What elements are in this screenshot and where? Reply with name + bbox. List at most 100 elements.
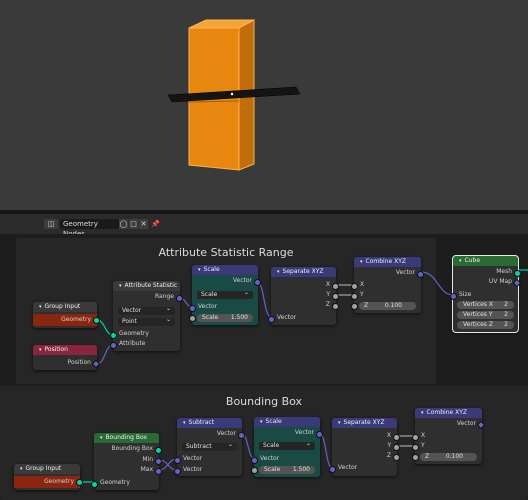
bounding-box-output: Bounding Box — [111, 445, 153, 452]
vector-socket[interactable] — [329, 466, 336, 473]
vector-socket[interactable] — [268, 316, 275, 323]
vector-socket[interactable] — [316, 431, 323, 438]
scale-socket[interactable] — [251, 467, 258, 474]
x-input: X — [421, 432, 426, 439]
operation-dropdown[interactable]: Scale — [197, 289, 253, 299]
node-cube[interactable]: Cube Mesh UV Map Size Vertices X 2 Verti… — [450, 255, 522, 333]
scale-label: Scale — [264, 466, 281, 473]
z-socket[interactable] — [332, 303, 339, 310]
bounding-box-socket[interactable] — [155, 447, 162, 454]
node-header: Bounding Box — [94, 433, 159, 443]
position-output: Position — [67, 359, 91, 366]
range-socket[interactable] — [176, 295, 183, 302]
vector-in-socket[interactable] — [251, 457, 258, 464]
frame-title: Bounding Box — [225, 395, 303, 408]
node-header: Group Input — [14, 464, 80, 474]
z-output: Z — [386, 452, 391, 459]
range-output: Range — [154, 293, 174, 300]
z-field[interactable]: Z 0.100 — [359, 302, 416, 310]
tree-name-field[interactable]: Geometry Nodes — [60, 219, 121, 238]
x-output: X — [386, 432, 391, 439]
node-editor-canvas[interactable]: Attribute Statistic Range Bounding Box G… — [0, 234, 528, 500]
vertices-y-label: Vertices Y — [463, 311, 493, 318]
geometry-socket[interactable] — [76, 479, 83, 486]
mesh-socket[interactable] — [514, 270, 521, 277]
operation-dropdown[interactable]: Subtract — [182, 441, 237, 451]
node-header: Combine XYZ — [415, 408, 482, 418]
node-header: Separate XYZ — [271, 267, 336, 277]
x-socket[interactable] — [393, 434, 400, 441]
scale-field[interactable]: Scale 1.500 — [197, 314, 253, 322]
mesh-output: Mesh — [496, 268, 512, 275]
z-socket[interactable] — [412, 454, 419, 461]
node-position[interactable]: Position Position — [33, 345, 101, 370]
x-socket[interactable] — [412, 434, 419, 441]
y-socket[interactable] — [332, 293, 339, 300]
vertices-y-value: 2 — [504, 311, 508, 318]
vector-b-socket[interactable] — [174, 468, 181, 475]
y-input: Y — [421, 442, 425, 449]
min-socket[interactable] — [155, 458, 162, 465]
geometry-input: Geometry — [100, 479, 130, 486]
pin-icon[interactable]: 📌 — [151, 219, 160, 229]
y-socket[interactable] — [351, 293, 358, 300]
vector-output: Vector — [216, 430, 236, 437]
vector-socket[interactable] — [254, 279, 261, 286]
vector-socket[interactable] — [417, 271, 424, 278]
vector-a-socket[interactable] — [174, 457, 181, 464]
node-combine-xyz-b[interactable]: Combine XYZ Vector X Y Z 0.100 — [412, 408, 486, 464]
node-scale[interactable]: Scale Vector Scale Vector Scale 1.500 — [189, 265, 261, 325]
scale-socket[interactable] — [189, 315, 196, 322]
scale-field[interactable]: Scale 1.500 — [259, 466, 315, 474]
z-socket[interactable] — [393, 454, 400, 461]
vertices-z-value: 2 — [504, 321, 508, 328]
node-combine-xyz[interactable]: Combine XYZ Vector X Y Z 0.100 — [351, 257, 424, 313]
node-attribute-statistic[interactable]: Attribute Statistic Range Vector Point G… — [110, 281, 183, 351]
node-subtract[interactable]: Subtract Vector Subtract Vector Vector — [174, 418, 245, 476]
vector-input: Vector — [277, 314, 297, 321]
node-tree-icon[interactable]: ◫ — [44, 219, 58, 229]
x-socket[interactable] — [351, 283, 358, 290]
node-separate-xyz-b[interactable]: Separate XYZ X Y Z Vector — [329, 418, 400, 476]
node-group-input[interactable]: Group Input Geometry — [33, 302, 100, 328]
z-socket[interactable] — [351, 303, 358, 310]
attribute-socket[interactable] — [110, 342, 117, 349]
x-socket[interactable] — [332, 283, 339, 290]
node-group-input-b[interactable]: Group Input Geometry — [14, 464, 83, 490]
3d-viewport[interactable] — [0, 0, 528, 210]
geometry-input: Geometry — [119, 330, 149, 337]
max-socket[interactable] — [155, 468, 162, 475]
geometry-in-socket[interactable] — [91, 481, 98, 488]
duplicate-icon[interactable]: □ — [129, 219, 138, 229]
z-field[interactable]: Z 0.100 — [420, 453, 477, 461]
vector-in-socket[interactable] — [189, 305, 196, 312]
type-dropdown[interactable]: Vector — [118, 305, 175, 315]
domain-dropdown[interactable]: Point — [118, 316, 175, 326]
vector-socket[interactable] — [238, 432, 245, 439]
y-socket[interactable] — [412, 444, 419, 451]
vector-a-input: Vector — [183, 455, 203, 462]
operation-dropdown[interactable]: Scale — [259, 440, 315, 450]
node-scale-b[interactable]: Scale Vector Scale Vector Scale 1.500 — [251, 417, 323, 477]
y-socket[interactable] — [393, 444, 400, 451]
y-input: Y — [360, 291, 364, 298]
geometry-socket[interactable] — [110, 332, 117, 339]
vertices-z-field[interactable]: Vertices Z 2 — [457, 321, 514, 329]
vertices-x-field[interactable]: Vertices X 2 — [457, 301, 514, 309]
scale-value: 1.500 — [230, 314, 248, 321]
node-bounding-box[interactable]: Bounding Box Bounding Box Min Max Geomet… — [91, 433, 162, 490]
uv-map-output: UV Map — [488, 278, 512, 285]
size-input: Size — [459, 291, 472, 298]
fake-user-icon[interactable]: ◯ — [119, 219, 128, 229]
vertices-x-value: 2 — [504, 301, 508, 308]
max-output: Max — [140, 466, 153, 473]
z-label: Z — [364, 302, 369, 309]
size-socket[interactable] — [450, 293, 457, 300]
close-icon[interactable]: ✕ — [139, 219, 148, 229]
vector-output: Vector — [456, 420, 476, 427]
node-separate-xyz[interactable]: Separate XYZ X Y Z Vector — [268, 267, 339, 325]
vertices-y-field[interactable]: Vertices Y 2 — [457, 311, 514, 319]
z-value: 0.100 — [445, 453, 463, 460]
geometry-socket[interactable] — [93, 317, 100, 324]
node-header: Cube — [453, 256, 518, 266]
